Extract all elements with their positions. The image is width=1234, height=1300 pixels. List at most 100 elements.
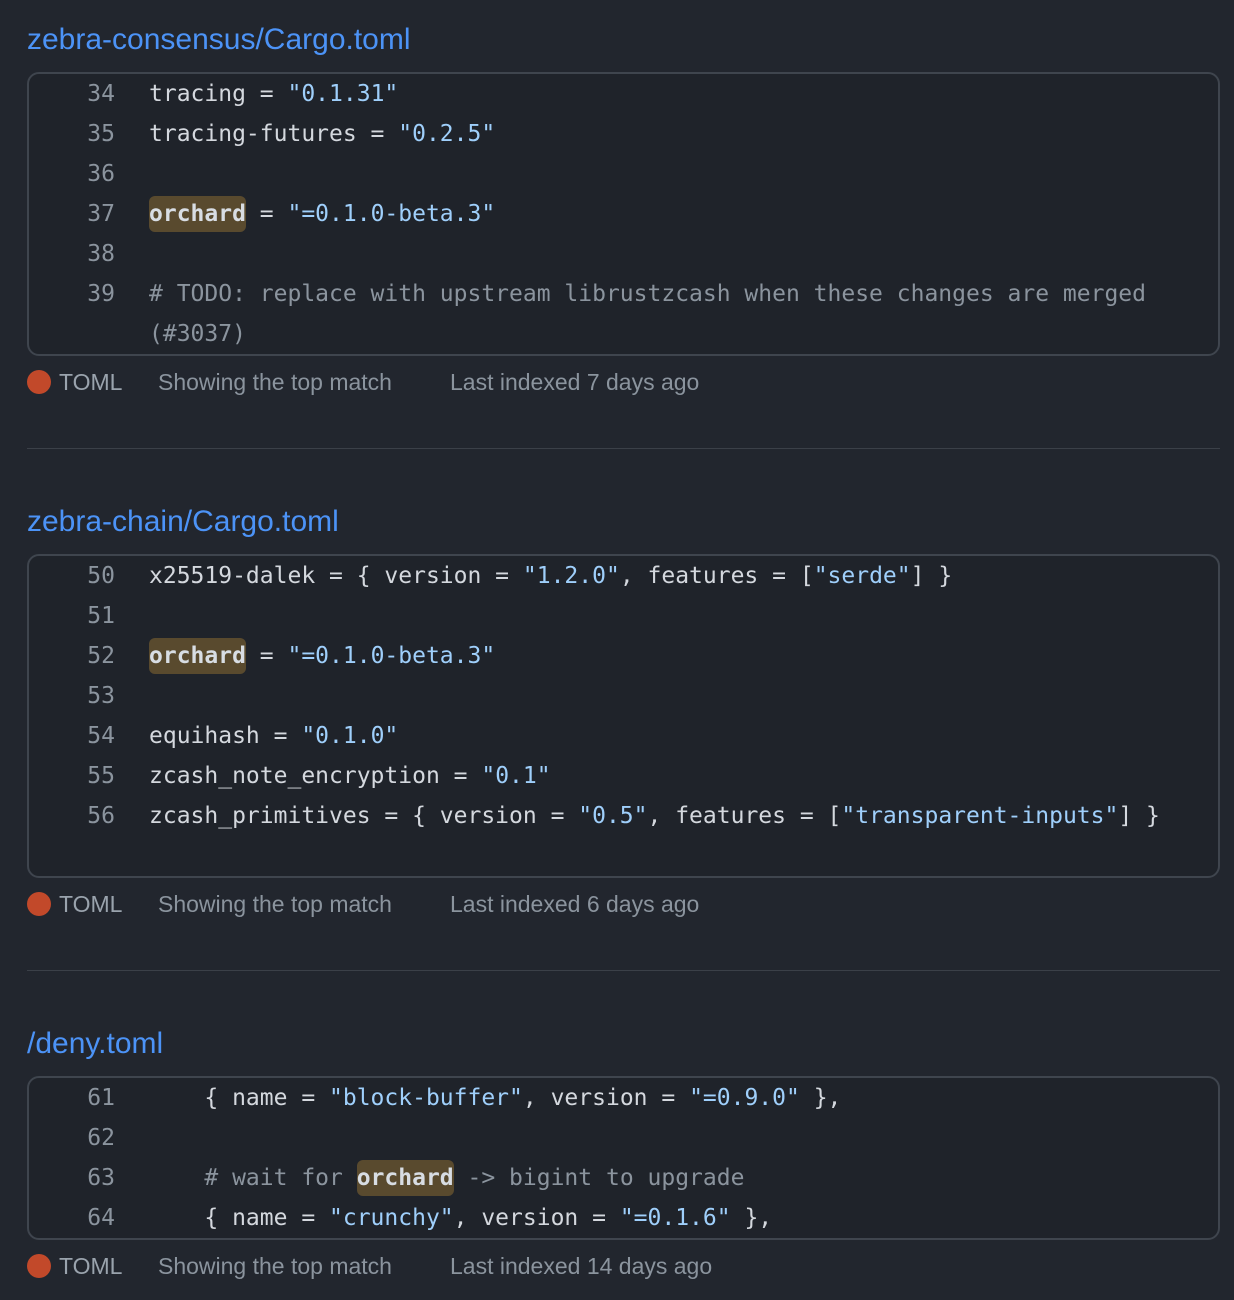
line-number[interactable]: 62: [69, 1118, 115, 1158]
string-literal: "=0.1.0-beta.3": [287, 643, 496, 669]
search-match-highlight: orchard: [149, 638, 246, 674]
string-literal: "1.2.0": [522, 563, 620, 589]
code-line: 38: [29, 234, 1218, 274]
code-token: , features = [: [619, 563, 814, 589]
result-divider: [27, 448, 1220, 449]
code-text: zcash_note_encryption = "0.1": [149, 756, 1190, 796]
code-token: ] }: [910, 563, 953, 589]
code-line: 34 tracing = "0.1.31": [29, 74, 1218, 114]
code-token: equihash =: [149, 723, 302, 749]
match-note: Showing the top match: [158, 891, 392, 917]
string-literal: "0.2.5": [398, 121, 496, 147]
code-text: equihash = "0.1.0": [149, 716, 1190, 756]
line-number[interactable]: 52: [69, 636, 115, 676]
line-number[interactable]: 50: [69, 556, 115, 596]
code-text: { name = "crunchy", version = "=0.1.6" }…: [149, 1198, 1190, 1238]
code-token: ] }: [1118, 803, 1160, 829]
line-number[interactable]: 54: [69, 716, 115, 756]
code-snippet[interactable]: 50 x25519-dalek = { version = "1.2.0", fe…: [27, 554, 1220, 878]
code-line: 62: [29, 1118, 1218, 1158]
result-divider: [27, 970, 1220, 971]
line-number[interactable]: 64: [69, 1198, 115, 1238]
code-text: { name = "block-buffer", version = "=0.9…: [149, 1078, 1190, 1118]
file-path-link[interactable]: /deny.toml: [27, 1026, 163, 1062]
code-comment: -> bigint to upgrade: [453, 1165, 745, 1191]
code-text: tracing = "0.1.31": [149, 74, 1190, 114]
language-label: TOML: [59, 891, 123, 917]
line-number[interactable]: 53: [69, 676, 115, 716]
search-match-highlight: orchard: [149, 196, 246, 232]
code-line: 50 x25519-dalek = { version = "1.2.0", fe…: [29, 556, 1218, 596]
code-token: tracing =: [149, 81, 288, 107]
search-match-highlight: orchard: [356, 1160, 454, 1196]
code-line: 35 tracing-futures = "0.2.5": [29, 114, 1218, 154]
code-line: 55 zcash_note_encryption = "0.1": [29, 756, 1218, 796]
line-number[interactable]: 35: [69, 114, 115, 154]
string-literal: "=0.1.0-beta.3": [287, 201, 496, 227]
code-token: =: [245, 201, 288, 227]
code-text: # TODO: replace with upstream librustzca…: [149, 274, 1190, 354]
line-number[interactable]: 39: [69, 274, 115, 314]
code-token: =: [245, 643, 288, 669]
last-indexed: Last indexed 7 days ago: [450, 369, 700, 395]
line-number[interactable]: 51: [69, 596, 115, 636]
code-text: x25519-dalek = { version = "1.2.0", feat…: [149, 556, 1190, 596]
string-literal: "block-buffer": [329, 1085, 523, 1111]
language-color-icon: [27, 370, 51, 394]
code-token: zcash_note_encryption =: [149, 763, 482, 789]
code-line: 64 { name = "crunchy", version = "=0.1.6…: [29, 1198, 1218, 1238]
line-number[interactable]: 37: [69, 194, 115, 234]
code-token: , features = [: [647, 803, 842, 829]
code-line: 63 # wait for orchard -> bigint to upgra…: [29, 1158, 1218, 1198]
code-token: },: [730, 1205, 773, 1231]
language-label: TOML: [59, 1253, 123, 1279]
code-snippet[interactable]: 34 tracing = "0.1.31" 35 tracing-futures = …: [27, 72, 1220, 356]
code-snippet[interactable]: 61 { name = "block-buffer", version = "=…: [27, 1076, 1220, 1240]
last-indexed: Last indexed 6 days ago: [450, 891, 700, 917]
code-text: zcash_primitives = { version = "0.5", fe…: [149, 796, 1190, 836]
line-number[interactable]: 34: [69, 74, 115, 114]
line-number[interactable]: 61: [69, 1078, 115, 1118]
language-color-icon: [27, 1254, 51, 1278]
language-color-icon: [27, 892, 51, 916]
code-line: 53: [29, 676, 1218, 716]
code-comment: # wait for: [149, 1165, 357, 1191]
file-path-link[interactable]: zebra-consensus/Cargo.toml: [27, 22, 411, 58]
code-line: 51: [29, 596, 1218, 636]
code-line: 54 equihash = "0.1.0": [29, 716, 1218, 756]
code-text: orchard = "=0.1.0-beta.3": [149, 636, 1190, 676]
code-token: , version =: [453, 1205, 620, 1231]
code-token: , version =: [522, 1085, 690, 1111]
string-literal: "transparent-inputs": [841, 803, 1119, 829]
code-comment: # TODO: replace with upstream librustzca…: [149, 281, 1160, 347]
line-number[interactable]: 36: [69, 154, 115, 194]
string-literal: "0.1.0": [301, 723, 399, 749]
code-token: zcash_primitives = { version =: [149, 803, 579, 829]
code-line: 61 { name = "block-buffer", version = "=…: [29, 1078, 1218, 1118]
string-literal: "=0.9.0": [689, 1085, 800, 1111]
string-literal: "=0.1.6": [619, 1205, 731, 1231]
line-number[interactable]: 55: [69, 756, 115, 796]
code-token: tracing-futures =: [149, 121, 399, 147]
code-text: tracing-futures = "0.2.5": [149, 114, 1190, 154]
code-line: 36: [29, 154, 1218, 194]
line-number[interactable]: 56: [69, 796, 115, 836]
code-text: # wait for orchard -> bigint to upgrade: [149, 1158, 1190, 1198]
code-token: { name =: [149, 1205, 330, 1231]
string-literal: "crunchy": [329, 1205, 454, 1231]
line-number[interactable]: 38: [69, 234, 115, 274]
code-line: 52 orchard = "=0.1.0-beta.3": [29, 636, 1218, 676]
line-number[interactable]: 63: [69, 1158, 115, 1198]
code-token: x25519-dalek = { version =: [149, 563, 523, 589]
file-path-link[interactable]: zebra-chain/Cargo.toml: [27, 504, 339, 540]
code-line: 37 orchard = "=0.1.0-beta.3": [29, 194, 1218, 234]
code-token: },: [799, 1085, 842, 1111]
code-line: 39 # TODO: replace with upstream librustz…: [29, 274, 1218, 354]
string-literal: "0.1": [481, 763, 551, 789]
code-text: orchard = "=0.1.0-beta.3": [149, 194, 1190, 234]
code-line: 56 zcash_primitives = { version = "0.5", …: [29, 796, 1218, 876]
string-literal: "serde": [813, 563, 911, 589]
match-note: Showing the top match: [158, 369, 392, 395]
code-token: { name =: [149, 1085, 330, 1111]
match-note: Showing the top match: [158, 1253, 392, 1279]
